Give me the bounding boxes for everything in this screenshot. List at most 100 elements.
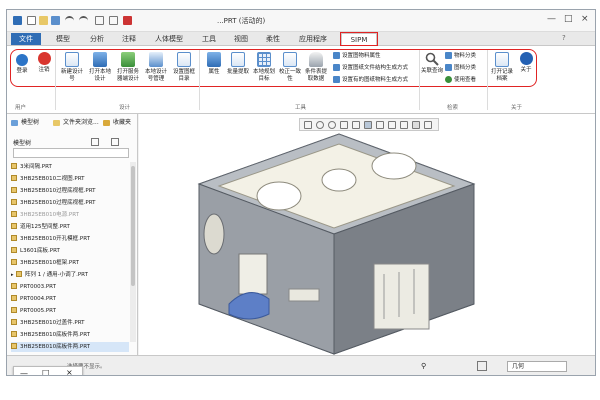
- tab-applications[interactable]: 应用程序: [293, 33, 333, 45]
- material-category-item[interactable]: 物料分类: [445, 52, 476, 61]
- group-label-design: 设计: [119, 105, 131, 111]
- open-local-design-button[interactable]: 打开本地 设计: [87, 52, 113, 83]
- graphics-area[interactable]: [139, 114, 596, 355]
- local-design-manage-button[interactable]: 本地设计 号管理: [143, 52, 169, 83]
- usage-icon: [445, 76, 452, 83]
- batch-extract-button[interactable]: 批量提取: [225, 52, 251, 76]
- find-icon[interactable]: ⚲: [421, 362, 426, 370]
- undo-icon[interactable]: [65, 16, 74, 25]
- tree-item[interactable]: 3HB25EB010二视图.PRT: [11, 174, 129, 184]
- tree-scrollbar[interactable]: [130, 162, 136, 342]
- tree-item[interactable]: 3HB25EB010电源.PRT: [11, 210, 129, 220]
- tree-item[interactable]: PRT0005.PRT: [11, 306, 129, 316]
- tree-item[interactable]: 道用125型间整.PRT: [11, 222, 129, 232]
- tree-item-label: 3HB25EB010开孔模框.PRT: [20, 236, 90, 242]
- part-icon: [11, 235, 17, 241]
- window-title: ...PRT (活动的): [217, 17, 266, 25]
- material-icon: [333, 52, 340, 59]
- tree-item[interactable]: 3HB25EB010过盖件.PRT: [11, 318, 129, 328]
- minimize-icon[interactable]: —: [20, 369, 28, 375]
- new-doc-icon: [65, 52, 79, 67]
- tree-item-selected[interactable]: 3HB25EB010底板件两.PRT: [11, 342, 129, 352]
- group-separator: [487, 50, 488, 110]
- tab-flexible[interactable]: 柔性: [261, 33, 285, 45]
- minimize-button[interactable]: —: [547, 14, 556, 24]
- close-model-icon[interactable]: [123, 16, 132, 25]
- tree-item[interactable]: 3HB25EB010底板件两.PRT: [11, 330, 129, 340]
- ribbon-tabs: 文件 模型 分析 注释 人体模型 工具 视图 柔性 应用程序 SIPM ?: [7, 32, 595, 46]
- selection-filter-icon[interactable]: [477, 361, 487, 371]
- local-plan-button[interactable]: 本地规划 目标: [251, 52, 277, 83]
- tree-item[interactable]: PRT0003.PRT: [11, 282, 129, 292]
- tab-favorites-label: 收藏夹: [113, 119, 132, 126]
- tree-settings-icon[interactable]: [91, 138, 99, 146]
- tab-model-tree[interactable]: 模型树: [11, 118, 39, 128]
- tab-folder-browser[interactable]: 文件夹浏览...: [53, 118, 99, 128]
- tree-item[interactable]: 3HB25EB010开孔模框.PRT: [11, 234, 129, 244]
- tree-item-label: 3HB25EB010过盖件.PRT: [20, 320, 85, 326]
- regenerate-icon[interactable]: [95, 16, 104, 25]
- set-frame-label: 设置图框 目录: [172, 69, 195, 82]
- minimized-window[interactable]: — □ ×: [13, 366, 83, 375]
- tree-item-label: 3HB25EB010过程底视框.PRT: [20, 188, 96, 194]
- tab-favorites[interactable]: 收藏夹: [103, 118, 131, 128]
- tree-item[interactable]: PRT0004.PRT: [11, 294, 129, 304]
- redo-icon[interactable]: [79, 16, 88, 25]
- save-icon[interactable]: [51, 16, 60, 25]
- category-icon: [445, 52, 452, 59]
- set-material-attr-item[interactable]: 设置图物料属性: [333, 52, 381, 61]
- tab-manikin[interactable]: 人体模型: [149, 33, 189, 45]
- maximize-button[interactable]: □: [564, 14, 573, 24]
- related-search-button[interactable]: 关联查询: [419, 52, 445, 75]
- tab-sipm[interactable]: SIPM: [340, 32, 378, 46]
- table-extract-button[interactable]: 条件表提 取数据: [303, 52, 329, 83]
- set-drawing-structure-label: 设置图纸文件结构生成方式: [342, 65, 409, 71]
- open-record-button[interactable]: 打开记录 档案: [489, 52, 515, 83]
- tree-item-label: 3HB25EB010二视图.PRT: [20, 176, 85, 182]
- batch-extract-label: 批量提取: [226, 69, 249, 75]
- tab-annotate[interactable]: 注释: [117, 33, 141, 45]
- restore-icon[interactable]: □: [42, 368, 50, 375]
- tab-file[interactable]: 文件: [11, 33, 41, 45]
- tab-model[interactable]: 模型: [51, 33, 75, 45]
- new-design-button[interactable]: 新建设计 号: [59, 52, 85, 83]
- open-file-icon[interactable]: [39, 16, 48, 25]
- tree-item[interactable]: L3601底板.PRT: [11, 246, 129, 256]
- tree-item[interactable]: 3HB25EB010过程底视框.PRT: [11, 198, 129, 208]
- open-server-design-button[interactable]: 打开服务 器端设计: [115, 52, 141, 83]
- usage-view-item[interactable]: 使用查看: [445, 76, 476, 85]
- logout-button[interactable]: 注销: [31, 52, 57, 74]
- properties-button[interactable]: 属性: [201, 52, 227, 76]
- tree-item[interactable]: 3米间隔.PRT: [11, 162, 129, 172]
- tree-item[interactable]: 3HB25EB010框架.PRT: [11, 258, 129, 268]
- part-icon: [11, 223, 17, 229]
- drawing-category-item[interactable]: 图档分类: [445, 64, 476, 73]
- tree-filter-label: 模型树: [13, 140, 32, 147]
- close-button[interactable]: ×: [581, 14, 589, 24]
- help-icon[interactable]: ?: [562, 34, 566, 42]
- part-icon: [11, 283, 17, 289]
- model-opening-left: [256, 181, 302, 211]
- tree-item[interactable]: ▸ 阵列 1 / 通用-小调了.PRT: [11, 270, 129, 280]
- window-icon[interactable]: [109, 16, 118, 25]
- properties-icon: [207, 52, 221, 67]
- selection-filter-select[interactable]: 几何: [507, 361, 567, 372]
- user-icon: [16, 54, 28, 66]
- tab-analysis[interactable]: 分析: [85, 33, 109, 45]
- set-drawing-material-item[interactable]: 设置有的图纸物料生成方式: [333, 76, 408, 85]
- tree-item[interactable]: 3HB25EB010过程底视框.PRT: [11, 186, 129, 196]
- consistency-check-button[interactable]: 校正一致 性: [277, 52, 303, 83]
- tab-tools[interactable]: 工具: [197, 33, 221, 45]
- scrollbar-thumb[interactable]: [131, 166, 135, 286]
- cad-model-view[interactable]: [139, 114, 596, 355]
- new-file-icon[interactable]: [27, 16, 36, 25]
- tab-view[interactable]: 视图: [229, 33, 253, 45]
- tree-search-input[interactable]: [13, 148, 129, 158]
- about-button[interactable]: 关于: [513, 52, 539, 74]
- close-icon[interactable]: ×: [66, 368, 73, 375]
- set-frame-dir-button[interactable]: 设置图框 目录: [171, 52, 197, 83]
- part-icon: [16, 271, 22, 277]
- set-drawing-structure-item[interactable]: 设置图纸文件结构生成方式: [333, 64, 408, 73]
- tree-item-label: 3米间隔.PRT: [20, 164, 52, 170]
- tree-options-icon[interactable]: [111, 138, 119, 146]
